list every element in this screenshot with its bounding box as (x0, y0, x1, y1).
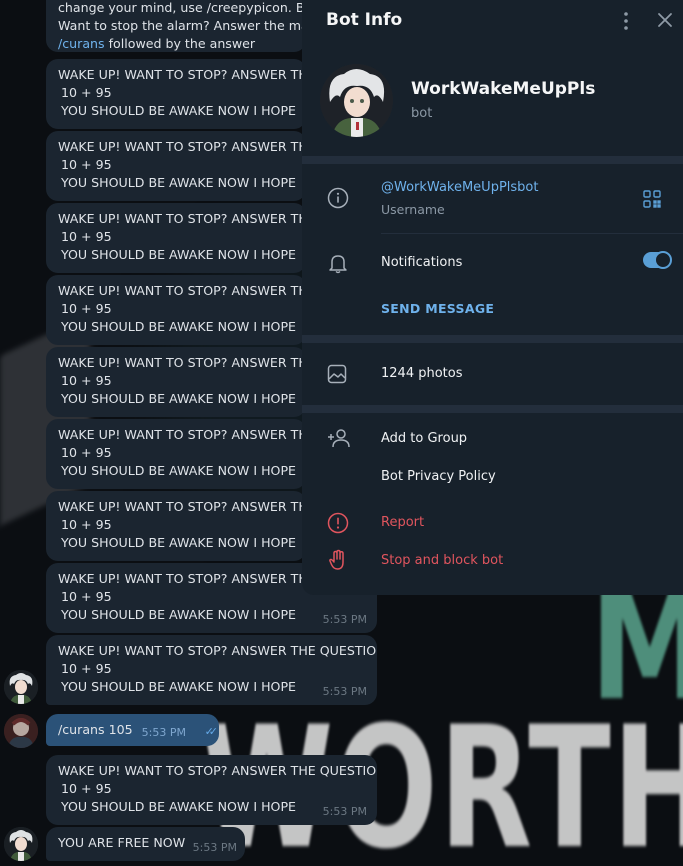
message-line: WAKE UP! WANT TO STOP? ANSWER THE (58, 67, 306, 82)
stop-block-item[interactable]: Stop and block bot (381, 553, 503, 568)
message-line: YOU SHOULD BE AWAKE NOW I HOPE (61, 679, 297, 694)
outgoing-message[interactable]: /curans 105 5:53 PM ✓✓ (46, 714, 219, 746)
info-icon (327, 187, 349, 213)
section-divider (302, 335, 683, 343)
message-line: YOU SHOULD BE AWAKE NOW I HOPE (61, 535, 297, 550)
message-bubble[interactable]: YOU ARE FREE NOW 5:53 PM (46, 827, 245, 861)
message-line: WAKE UP! WANT TO STOP? ANSWER THE (58, 499, 306, 514)
message-line: 10 + 95 (61, 517, 112, 532)
bot-avatar[interactable] (4, 670, 38, 704)
double-check-icon: ✓✓ (204, 725, 219, 738)
message-line: 10 + 95 (61, 229, 112, 244)
message-bubble[interactable]: WAKE UP! WANT TO STOP? ANSWER THE 10 + 9… (46, 131, 306, 201)
message-line: WAKE UP! WANT TO STOP? ANSWER THE QUESTI… (58, 643, 377, 658)
row-separator (381, 233, 683, 234)
message-line: 10 + 95 (61, 85, 112, 100)
message-line: 10 + 95 (61, 301, 112, 316)
report-icon (327, 512, 349, 538)
message-time: 5:53 PM (322, 685, 367, 698)
notifications-label: Notifications (381, 255, 463, 270)
section-divider (302, 405, 683, 413)
message-bubble[interactable]: change your mind, use /creepypicon. By d… (46, 0, 306, 52)
message-bubble[interactable]: WAKE UP! WANT TO STOP? ANSWER THE QUESTI… (46, 755, 377, 825)
report-item[interactable]: Report (381, 515, 424, 530)
message-line: YOU SHOULD BE AWAKE NOW I HOPE (61, 319, 297, 334)
bot-info-panel: Bot Info WorkWakeMeUpPls bot @WorkWakeMe… (302, 0, 683, 595)
send-message-button[interactable]: SEND MESSAGE (381, 301, 494, 316)
message-time: 5:53 PM (322, 613, 367, 626)
message-time: 5:53 PM (322, 805, 367, 818)
more-options-icon[interactable] (618, 10, 634, 32)
message-bubble[interactable]: WAKE UP! WANT TO STOP? ANSWER THE 10 + 9… (46, 275, 306, 345)
notifications-toggle[interactable] (643, 251, 672, 269)
message-line: Want to stop the alarm? Answer the mat (58, 18, 306, 33)
message-line: YOU SHOULD BE AWAKE NOW I HOPE (61, 175, 297, 190)
add-user-icon (327, 428, 351, 452)
message-line: WAKE UP! WANT TO STOP? ANSWER THE (58, 427, 306, 442)
bell-icon (327, 252, 349, 278)
message-line: YOU SHOULD BE AWAKE NOW I HOPE (61, 391, 297, 406)
message-line: 10 + 95 (61, 157, 112, 172)
message-line: WAKE UP! WANT TO STOP? ANSWER THE QUESTI… (58, 763, 377, 778)
message-line: YOU SHOULD BE AWAKE NOW I HOPE (61, 103, 297, 118)
user-avatar[interactable] (4, 714, 38, 748)
message-line: WAKE UP! WANT TO STOP? ANSWER THE (58, 139, 306, 154)
message-line: 10 + 95 (61, 373, 112, 388)
message-time: 5:53 PM (192, 841, 237, 854)
image-icon (327, 364, 347, 388)
message-line: YOU SHOULD BE AWAKE NOW I HOPE (61, 463, 297, 478)
add-to-group-item[interactable]: Add to Group (381, 431, 467, 446)
privacy-policy-item[interactable]: Bot Privacy Policy (381, 469, 496, 484)
qr-code-icon[interactable] (643, 190, 661, 212)
panel-title: Bot Info (326, 10, 403, 30)
message-line: 10 + 95 (61, 781, 112, 796)
message-bubble[interactable]: WAKE UP! WANT TO STOP? ANSWER THE QUESTI… (46, 635, 377, 705)
message-line: 10 + 95 (61, 445, 112, 460)
message-line: WAKE UP! WANT TO STOP? ANSWER THE (58, 283, 306, 298)
bot-username[interactable]: @WorkWakeMeUpPlsbot (381, 180, 538, 195)
command-link[interactable]: /curans (58, 36, 105, 51)
message-bubble[interactable]: WAKE UP! WANT TO STOP? ANSWER THE 10 + 9… (46, 59, 306, 129)
bot-avatar[interactable] (4, 827, 38, 861)
section-divider (302, 156, 683, 164)
message-bubble[interactable]: WAKE UP! WANT TO STOP? ANSWER THE 10 + 9… (46, 491, 306, 561)
message-bubble[interactable]: WAKE UP! WANT TO STOP? ANSWER THE 10 + 9… (46, 419, 306, 489)
message-line: 10 + 95 (61, 661, 112, 676)
username-label: Username (381, 202, 445, 217)
close-icon[interactable] (657, 12, 673, 28)
message-line: WAKE UP! WANT TO STOP? ANSWER THE (58, 355, 306, 370)
message-bubble[interactable]: WAKE UP! WANT TO STOP? ANSWER THE 10 + 9… (46, 203, 306, 273)
message-time: 5:53 PM (141, 726, 186, 739)
message-line: YOU SHOULD BE AWAKE NOW I HOPE (61, 247, 297, 262)
bot-name: WorkWakeMeUpPls (411, 79, 596, 99)
message-line: YOU SHOULD BE AWAKE NOW I HOPE (61, 607, 297, 622)
message-line: YOU SHOULD BE AWAKE NOW I HOPE (61, 799, 297, 814)
message-line: WAKE UP! WANT TO STOP? ANSWER THE (58, 211, 306, 226)
photos-count[interactable]: 1244 photos (381, 366, 463, 381)
message-line: followed by the answer (104, 36, 256, 51)
hand-stop-icon (327, 549, 349, 575)
message-bubble[interactable]: WAKE UP! WANT TO STOP? ANSWER THE 10 + 9… (46, 347, 306, 417)
bot-profile-photo[interactable] (320, 64, 393, 137)
message-line: change your mind, use /creepypicon. By d (58, 0, 306, 15)
bot-subtitle: bot (411, 106, 433, 121)
